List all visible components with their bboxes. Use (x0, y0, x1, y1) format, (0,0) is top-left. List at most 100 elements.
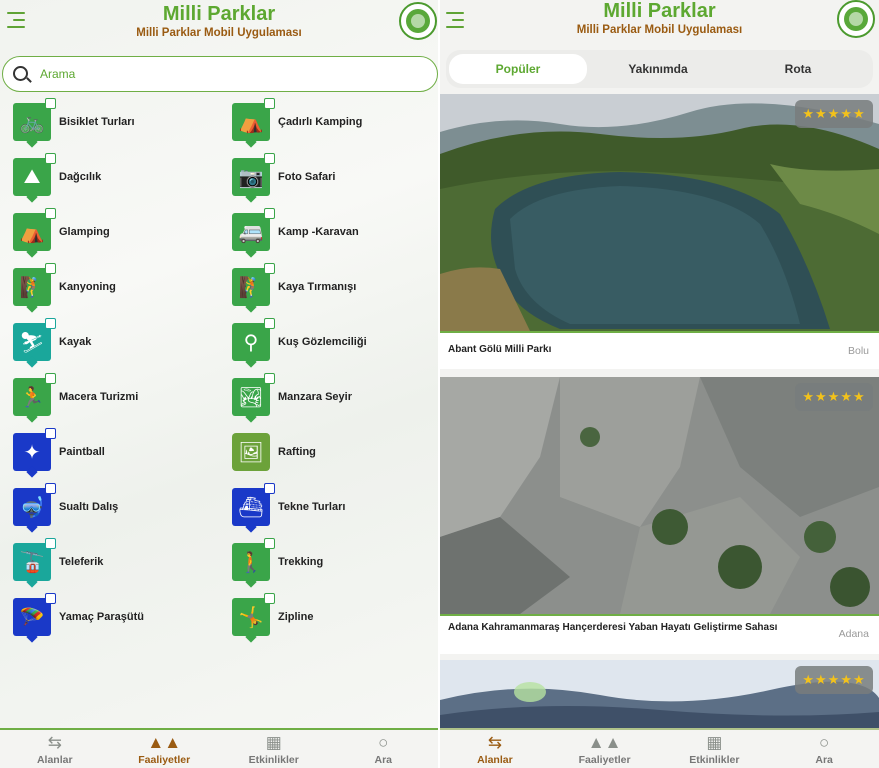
activity-label: Bisiklet Turları (59, 116, 135, 128)
activity-item[interactable]: 🧗 Kaya Tırmanışı (232, 263, 432, 310)
activity-item[interactable]: 🤸 Zipline (232, 593, 432, 640)
activity-label: Sualtı Dalış (59, 501, 119, 513)
activity-label: Kayak (59, 336, 92, 348)
park-card[interactable]: ★★★★★ (440, 660, 879, 728)
ski-icon: ⛷ (13, 318, 56, 361)
activity-label: Çadırlı Kamping (278, 116, 363, 128)
diving-icon: 🤿 (13, 483, 56, 526)
tab-populer[interactable]: Popüler (449, 54, 587, 84)
nav-label: Ara (815, 754, 833, 766)
activity-item[interactable]: 🤿 Sualtı Dalış (13, 483, 213, 530)
badge-icon (45, 483, 56, 494)
badge-icon (264, 318, 275, 329)
activity-label: Kaya Tırmanışı (278, 281, 357, 293)
badge-icon (264, 538, 275, 549)
park-name: Abant Gölü Milli Parkı (448, 344, 552, 355)
park-photo: ★★★★★ (440, 94, 879, 331)
activity-item[interactable]: ⛺ Glamping (13, 208, 213, 255)
landscape-view-icon: 🏞 (232, 373, 275, 416)
activity-item[interactable]: 🏞 Manzara Seyir (232, 373, 432, 420)
activity-item[interactable]: 🚡 Teleferik (13, 538, 213, 585)
nav-label: Alanlar (477, 754, 513, 766)
binoculars-icon: ⚲ (232, 318, 275, 361)
national-parks-logo (837, 0, 875, 38)
nav-item-ara[interactable]: ○ Ara (329, 730, 439, 768)
tent-icon: ⛺ (232, 98, 275, 141)
park-photo: ★★★★★ (440, 377, 879, 614)
activity-item[interactable]: ⛴ Tekne Turları (232, 483, 432, 530)
cable-car-icon: 🚡 (13, 538, 56, 581)
activity-label: Kamp -Karavan (278, 226, 359, 238)
app-subtitle: Milli Parklar Mobil Uygulaması (136, 27, 302, 39)
park-city: Bolu (847, 345, 869, 357)
tab-rota[interactable]: Rota (729, 54, 867, 84)
badge-icon (45, 373, 56, 384)
search-bar[interactable]: Arama (2, 56, 438, 92)
activity-item[interactable]: ⛰ Dağcılık (13, 153, 213, 200)
nav-label: Alanlar (36, 754, 73, 766)
header: Milli Parklar Milli Parklar Mobil Uygula… (440, 0, 879, 48)
rating-stars: ★★★★★ (795, 383, 873, 411)
badge-icon (264, 263, 275, 274)
park-city: Adana (838, 628, 869, 640)
activity-item[interactable]: 🖼 Rafting (232, 429, 432, 475)
park-caption: Abant Gölü Milli Parkı Bolu (440, 331, 879, 369)
bottom-nav: ⇆ Alanlar ▲▲ Faaliyetler ▦ Etkinlikler ○… (0, 728, 438, 768)
activity-label: Trekking (278, 556, 324, 568)
activity-item[interactable]: 🪂 Yamaç Paraşütü (13, 593, 213, 640)
rating-stars: ★★★★★ (795, 100, 873, 128)
activity-label: Tekne Turları (278, 501, 346, 513)
nav-item-etkinlikler[interactable]: ▦ Etkinlikler (219, 730, 329, 768)
nav-item-faaliyetler[interactable]: ▲▲ Faaliyetler (550, 730, 660, 768)
trees-icon: ▲▲ (587, 733, 622, 752)
tab-yakinimda[interactable]: Yakınımda (589, 54, 727, 84)
park-photo: ★★★★★ (440, 660, 879, 728)
badge-icon (45, 263, 56, 274)
areas-screen: Milli Parklar Milli Parklar Mobil Uygula… (440, 0, 879, 768)
app-subtitle: Milli Parklar Mobil Uygulaması (576, 24, 743, 36)
activity-item[interactable]: 🚲 Bisiklet Turları (13, 98, 213, 145)
nav-label: Etkinlikler (248, 754, 299, 766)
activity-label: Rafting (278, 446, 316, 458)
badge-icon (45, 538, 56, 549)
nav-item-etkinlikler[interactable]: ▦ Etkinlikler (660, 730, 770, 768)
activity-item[interactable]: ✦ Paintball (13, 428, 213, 475)
park-card[interactable]: ★★★★★ Abant Gölü Milli Parkı Bolu (440, 94, 879, 369)
activity-item[interactable]: 📷 Foto Safari (232, 153, 432, 200)
activity-label: Glamping (59, 226, 110, 238)
activity-item[interactable]: ⚲ Kuş Gözlemciliği (232, 318, 432, 365)
activity-item[interactable]: ⛷ Kayak (13, 318, 213, 365)
badge-icon (264, 593, 275, 604)
activity-label: Teleferik (59, 556, 104, 568)
activity-label: Kanyoning (59, 281, 116, 293)
activity-item[interactable]: 🏃 Macera Turizmi (13, 373, 213, 420)
search-icon: ○ (818, 733, 830, 752)
badge-icon (264, 483, 275, 494)
badge-icon (264, 98, 275, 109)
park-caption: Adana Kahramanmaraş Hançerderesi Yaban H… (440, 614, 879, 654)
activity-label: Manzara Seyir (278, 391, 352, 403)
park-card[interactable]: ★★★★★ Adana Kahramanmaraş Hançerderesi Y… (440, 377, 879, 654)
badge-icon (45, 428, 56, 439)
app-title: Milli Parklar (162, 3, 276, 25)
search-input[interactable]: Arama (40, 67, 75, 81)
activity-item[interactable]: 🚶 Trekking (232, 538, 432, 585)
nav-item-ara[interactable]: ○ Ara (769, 730, 879, 768)
search-icon (13, 66, 28, 81)
nav-item-faaliyetler[interactable]: ▲▲ Faaliyetler (110, 730, 220, 768)
park-name: Adana Kahramanmaraş Hançerderesi Yaban H… (448, 622, 778, 633)
nav-item-alanlar[interactable]: ⇆ Alanlar (440, 730, 550, 768)
activity-item[interactable]: 🧗 Kanyoning (13, 263, 213, 310)
rock-climbing-icon: 🧗 (232, 263, 275, 306)
canyoning-icon: 🧗 (13, 263, 56, 306)
activity-item[interactable]: 🚐 Kamp -Karavan (232, 208, 432, 255)
activity-label: Yamaç Paraşütü (59, 611, 144, 623)
nav-item-alanlar[interactable]: ⇆ Alanlar (0, 730, 110, 768)
badge-icon (264, 373, 275, 384)
activity-label: Zipline (278, 611, 314, 623)
trees-icon: ▲▲ (147, 733, 182, 752)
header: Milli Parklar Milli Parklar Mobil Uygula… (0, 0, 438, 48)
activity-item[interactable]: ⛺ Çadırlı Kamping (232, 98, 432, 145)
calendar-icon: ▦ (706, 733, 723, 752)
badge-icon (45, 153, 56, 164)
